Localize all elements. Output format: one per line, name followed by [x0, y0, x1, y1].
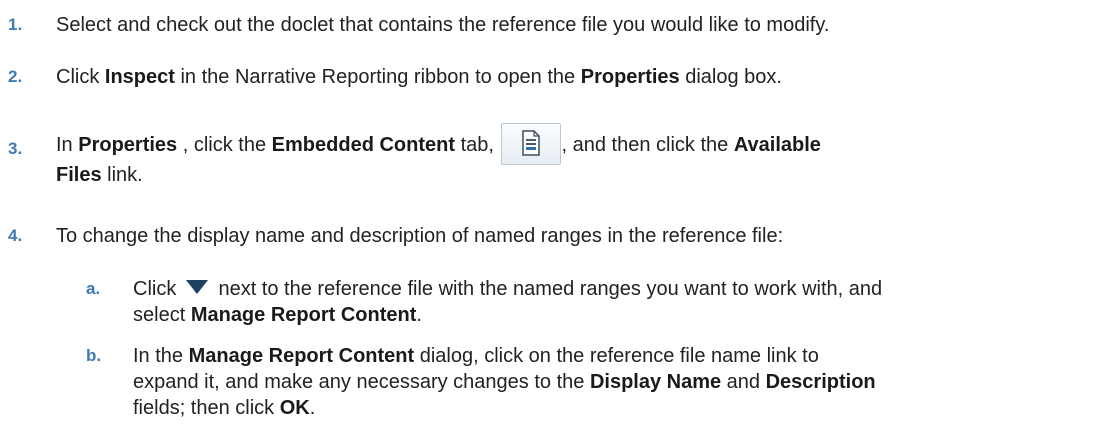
step-number: 3. [8, 139, 23, 158]
step-text: Click Inspect in the Narrative Reporting… [56, 64, 1096, 90]
text-run: . [416, 304, 422, 326]
embedded-content-tab-button[interactable] [500, 123, 561, 165]
inspect-label: Inspect [104, 66, 175, 88]
text-run: tab, [455, 134, 500, 156]
step-number: 4. [8, 226, 23, 245]
step-1-text: Select and check out the doclet that con… [56, 14, 830, 36]
text-run: and [721, 371, 766, 393]
properties-label: Properties [78, 134, 178, 156]
document-list-icon [521, 130, 540, 156]
manage-report-content-label: Manage Report Content [188, 345, 415, 367]
step-number: 1. [8, 15, 23, 34]
text-run: In the [133, 345, 189, 367]
text-run: . [309, 397, 316, 419]
text-run: in the Narrative Reporting ribbon to ope… [174, 66, 581, 88]
step-4-text: To change the display name and descripti… [56, 225, 784, 247]
text-run: Click [56, 66, 105, 88]
ok-label: OK [279, 397, 310, 419]
available-files-label: Available [733, 134, 821, 156]
step-text: In Properties , click the Embedded Conte… [56, 123, 1096, 188]
substep-letter: b. [86, 346, 102, 365]
substep-letter: a. [86, 279, 101, 298]
properties-label: Properties [580, 66, 680, 88]
manage-report-content-label: Manage Report Content [190, 304, 417, 326]
text-run: expand it, and make any necessary change… [133, 371, 590, 393]
text-run: link. [101, 164, 143, 186]
description-label: Description [765, 371, 876, 393]
triangle-down-icon[interactable] [185, 280, 208, 294]
substep-text: Click next to the reference file with th… [133, 276, 1093, 328]
embedded-content-label: Embedded Content [271, 134, 456, 156]
step-text: Select and check out the doclet that con… [56, 12, 1096, 38]
text-run: , click the [177, 134, 272, 156]
text-run: next to the reference file with the name… [212, 278, 883, 300]
text-run: In [56, 134, 79, 156]
step-text: To change the display name and descripti… [56, 223, 1096, 249]
text-run: fields; then click [133, 397, 280, 419]
text-run: , and then click the [561, 134, 734, 156]
substep-text: In the Manage Report Content dialog, cli… [133, 343, 1093, 421]
step-number: 2. [8, 67, 23, 86]
text-run: dialog, click on the reference file name… [414, 345, 819, 367]
available-files-label-cont: Files [56, 164, 102, 186]
text-run: dialog box. [679, 66, 782, 88]
text-run: select [133, 304, 191, 326]
text-run: Click [133, 278, 182, 300]
display-name-label: Display Name [589, 371, 722, 393]
